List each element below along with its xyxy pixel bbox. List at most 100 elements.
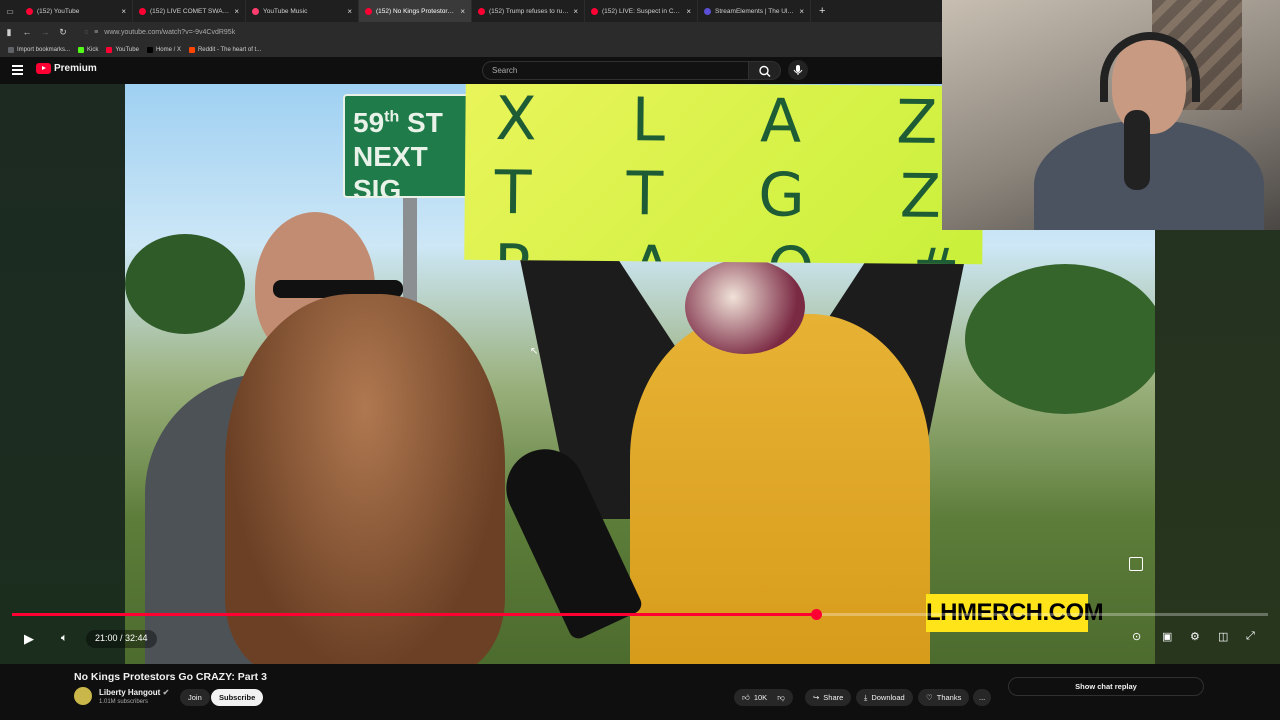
share-label: Share — [823, 693, 844, 702]
bookmark-favicon-icon — [8, 46, 14, 53]
bookmark-label: YouTube — [115, 46, 139, 53]
bookmark-item[interactable]: Kick — [78, 46, 99, 53]
forward-icon[interactable]: → — [36, 27, 54, 37]
share-button[interactable]: ↪ Share — [805, 689, 852, 706]
youtube-favicon-icon — [478, 7, 485, 15]
channel-name-text[interactable]: Liberty Hangout — [99, 688, 160, 697]
street-sign: 59th ST NEXT SIG — [343, 94, 473, 198]
tab-title: (152) Trump refuses to rule out — [489, 7, 570, 15]
browser-tab[interactable]: (152) LIVE: Suspect in Charlie K × — [585, 0, 698, 22]
join-button[interactable]: Join — [180, 689, 210, 706]
verified-check-icon: ✔ — [162, 688, 170, 697]
youtube-favicon-icon — [26, 7, 33, 15]
channel-avatar[interactable] — [74, 687, 92, 705]
microphone-icon — [793, 65, 803, 75]
browser-tab[interactable]: StreamElements | The Ultimate × — [698, 0, 811, 22]
tab-title: (152) No Kings Protestors G — [376, 7, 457, 15]
tab-strip: (152) YouTube × (152) LIVE COMET SWAN AND ×… — [20, 0, 811, 22]
bookmark-item[interactable]: Import bookmarks... — [8, 46, 71, 53]
search-input[interactable]: Search — [482, 61, 749, 80]
reload-icon[interactable]: ↻ — [54, 27, 72, 38]
url-text[interactable]: www.youtube.com/watch?v=-9v4CvdR95k — [104, 29, 235, 36]
back-icon[interactable]: ← — [18, 27, 36, 37]
fullscreen-icon[interactable]: ⤢ — [1246, 630, 1255, 643]
volume-icon[interactable]: 🔈︎ — [61, 632, 68, 645]
autoplay-toggle[interactable]: ⊙ — [1132, 630, 1141, 643]
studio-microphone — [1124, 110, 1150, 190]
youtube-favicon-icon — [591, 7, 598, 15]
bookmark-label: Home / X — [155, 46, 181, 53]
download-label: Download — [871, 693, 905, 702]
bookmark-label: Reddit - The heart of t... — [197, 46, 262, 53]
new-tab-button[interactable]: + — [811, 5, 833, 17]
tab-list-icon[interactable]: ▭ — [0, 0, 20, 22]
bookmark-item[interactable]: Home / X — [146, 46, 181, 53]
browser-tab-bar: ▭ (152) YouTube×(152) LIVE COMET SWAN AN… — [0, 0, 942, 22]
browser-tab[interactable]: (152) Trump refuses to rule out × — [472, 0, 585, 22]
reporter-figure — [225, 294, 505, 664]
video-info: No Kings Protestors Go CRAZY: Part 3 Lib… — [0, 664, 1280, 720]
skull-mask — [685, 259, 805, 354]
shield-icon[interactable]: ◌ — [84, 29, 88, 36]
progress-fill — [12, 613, 816, 616]
bookmarks-bar: Import bookmarks... Kick YouTube Home / X Re… — [0, 42, 942, 57]
browser-tab[interactable]: (152) No Kings Protestors G × — [359, 0, 472, 22]
mouse-cursor: ↖ — [530, 346, 539, 357]
browser-tab[interactable]: (152) YouTube × — [20, 0, 133, 22]
close-tab-icon[interactable]: × — [573, 7, 578, 16]
youtube-favicon-icon — [139, 7, 146, 15]
play-icon[interactable]: ▶ — [24, 631, 34, 647]
voice-search-button[interactable] — [788, 60, 808, 80]
url-field[interactable]: ◌ ≡ www.youtube.com/watch?v=-9v4CvdR95k — [84, 29, 235, 36]
tab-title: YouTube Music — [263, 7, 308, 15]
protest-poster: X L A ZT T G ZR A O # — [464, 84, 984, 265]
scrubber-knob[interactable] — [810, 609, 822, 620]
ambient-left — [0, 84, 125, 664]
tab-title: (152) LIVE COMET SWAN AND — [150, 7, 230, 15]
search-icon — [759, 65, 771, 77]
site-settings-icon[interactable]: ≡ — [94, 29, 98, 36]
progress-bar[interactable] — [12, 609, 1268, 620]
browser-tab[interactable]: YouTube Music × — [246, 0, 359, 22]
subscribe-button[interactable]: Subscribe — [211, 689, 264, 706]
more-actions-button[interactable]: ... — [973, 689, 992, 706]
video-title: No Kings Protestors Go CRAZY: Part 3 — [74, 671, 267, 683]
youtube-favicon-icon — [365, 7, 372, 15]
miniplayer-overlay-icon[interactable] — [1129, 557, 1143, 571]
thanks-icon: ♡ — [926, 693, 933, 702]
thanks-button[interactable]: ♡ Thanks — [918, 689, 970, 706]
menu-icon[interactable] — [12, 65, 23, 75]
show-chat-replay-button[interactable]: Show chat replay — [1008, 677, 1204, 696]
bookmark-label: Kick — [87, 46, 99, 53]
search-button[interactable] — [749, 61, 781, 80]
thanks-label: Thanks — [936, 693, 962, 702]
close-tab-icon[interactable]: × — [234, 7, 239, 16]
thumbs-down-icon[interactable]: 👎︎ — [777, 693, 785, 703]
close-tab-icon[interactable]: × — [460, 7, 465, 16]
close-tab-icon[interactable]: × — [799, 7, 804, 16]
youtube-play-icon — [36, 63, 51, 74]
tab-title: (152) YouTube — [37, 7, 80, 15]
miniplayer-icon[interactable]: ◫ — [1218, 630, 1228, 643]
share-icon: ↪ — [813, 693, 820, 702]
bookmark-favicon-icon — [146, 46, 153, 53]
bookmark-label: Import bookmarks... — [17, 46, 71, 53]
youtube-logo[interactable]: Premium — [36, 63, 97, 74]
tree — [125, 234, 245, 334]
captions-icon[interactable]: ▣ — [1162, 630, 1172, 643]
channel-name[interactable]: Liberty Hangout ✔ — [99, 688, 169, 697]
bookmark-item[interactable]: Reddit - The heart of t... — [188, 46, 262, 53]
download-button[interactable]: ⤓ Download — [856, 689, 913, 706]
yellow-vest — [630, 314, 930, 664]
like-button[interactable]: 👍︎ 10K 👎︎ — [734, 689, 793, 706]
bookmark-favicon-icon — [106, 46, 113, 53]
time-display: 21:00 / 32:44 — [86, 630, 157, 648]
close-tab-icon[interactable]: × — [121, 7, 126, 16]
browser-tab[interactable]: (152) LIVE COMET SWAN AND × — [133, 0, 246, 22]
close-tab-icon[interactable]: × — [686, 7, 691, 16]
bookmark-item[interactable]: YouTube — [106, 46, 139, 53]
logo-text: Premium — [54, 63, 97, 74]
settings-icon[interactable]: ⚙ — [1190, 630, 1200, 643]
sidebar-toggle-icon[interactable]: ▮ — [0, 27, 18, 38]
close-tab-icon[interactable]: × — [347, 7, 352, 16]
